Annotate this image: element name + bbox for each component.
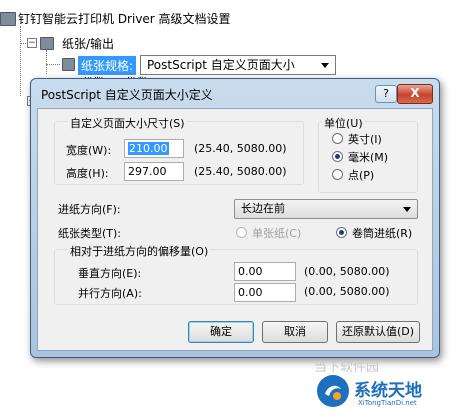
unit-mm-label[interactable]: 毫米(M) — [348, 149, 388, 165]
unit-inch-label[interactable]: 英寸(I) — [348, 131, 382, 147]
height-range: (25.40, 5080.00) — [194, 165, 287, 178]
feed-direction-label: 进纸方向(F): — [58, 203, 121, 216]
offset-group-label: 相对于进纸方向的偏移量(O) — [68, 243, 211, 259]
height-input[interactable]: 297.00 — [124, 162, 184, 181]
unit-mm-radio[interactable] — [332, 151, 343, 162]
parallel-offset-value: 0.00 — [238, 286, 263, 299]
unit-point-radio[interactable] — [332, 169, 343, 180]
tree-connector — [46, 50, 47, 74]
paper-node-icon — [40, 37, 54, 50]
roll-feed-radio[interactable] — [336, 227, 347, 238]
paper-size-label[interactable]: 纸张规格: — [78, 56, 137, 75]
vertical-offset-label: 垂直方向(E): — [78, 267, 142, 280]
parallel-offset-range: (0.00, 5080.00) — [304, 285, 390, 298]
tree-node-paper-output[interactable]: 纸张/输出 — [62, 35, 114, 52]
restore-defaults-button[interactable]: 还原默认值(D) — [336, 321, 420, 343]
tree-connector — [20, 26, 21, 96]
width-range: (25.40, 5080.00) — [194, 142, 287, 155]
parallel-offset-label: 并行方向(A): — [78, 287, 142, 300]
tree-root-label[interactable]: 钉钉智能云打印机 Driver 高级文档设置 — [18, 10, 231, 27]
vertical-offset-input[interactable]: 0.00 — [234, 262, 296, 281]
feed-direction-value: 长边在前 — [241, 202, 285, 215]
width-input[interactable]: 210.00 — [124, 139, 184, 158]
watermark-url: XiTongTianDi.net — [358, 399, 417, 407]
paper-size-select[interactable]: PostScript 自定义页面大小 — [140, 55, 336, 75]
close-button[interactable]: X — [397, 84, 433, 104]
ok-button[interactable]: 确定 — [188, 321, 254, 343]
parallel-offset-input[interactable]: 0.00 — [234, 283, 296, 302]
chevron-down-icon — [403, 207, 411, 212]
single-sheet-label[interactable]: 单张纸(C) — [252, 225, 301, 241]
brand-logo-icon — [317, 375, 349, 407]
unit-inch-radio[interactable] — [332, 133, 343, 144]
paper-type-label: 纸张类型(T): — [58, 227, 122, 240]
paper-size-icon — [62, 58, 75, 71]
watermark-logo: 当下软件园 系统天地 XiTongTianDi.net — [278, 354, 454, 416]
collapse-toggle[interactable]: − — [27, 38, 37, 48]
unit-group-label: 单位(U) — [322, 115, 365, 131]
watermark-faded-text: 当下软件园 — [314, 360, 380, 375]
paper-size-value: PostScript 自定义页面大小 — [147, 58, 295, 72]
chevron-down-icon — [321, 63, 329, 68]
vertical-offset-range: (0.00, 5080.00) — [304, 265, 390, 278]
tree-connector-h — [46, 64, 60, 65]
custom-size-group-label: 自定义页面大小尺寸(S) — [68, 115, 187, 131]
help-button[interactable]: ? — [375, 85, 397, 103]
roll-feed-label[interactable]: 卷筒进纸(R) — [352, 225, 412, 241]
cancel-button[interactable]: 取消 — [262, 321, 328, 343]
dialog-title: PostScript 自定义页面大小定义 — [41, 88, 213, 102]
height-value: 297.00 — [128, 165, 167, 178]
width-value: 210.00 — [128, 142, 169, 155]
custom-page-size-dialog: PostScript 自定义页面大小定义 ? X 自定义页面大小尺寸(S) 宽度… — [30, 78, 440, 358]
single-sheet-radio[interactable] — [236, 227, 247, 238]
vertical-offset-value: 0.00 — [238, 265, 263, 278]
feed-direction-select[interactable]: 长边在前 — [234, 199, 418, 219]
unit-point-label[interactable]: 点(P) — [348, 167, 374, 183]
height-label: 高度(H): — [66, 167, 109, 180]
width-label: 宽度(W): — [66, 144, 112, 157]
watermark-brand: 系统天地 — [354, 381, 422, 401]
dialog-client-area: 自定义页面大小尺寸(S) 宽度(W): 210.00 (25.40, 5080.… — [37, 108, 433, 351]
